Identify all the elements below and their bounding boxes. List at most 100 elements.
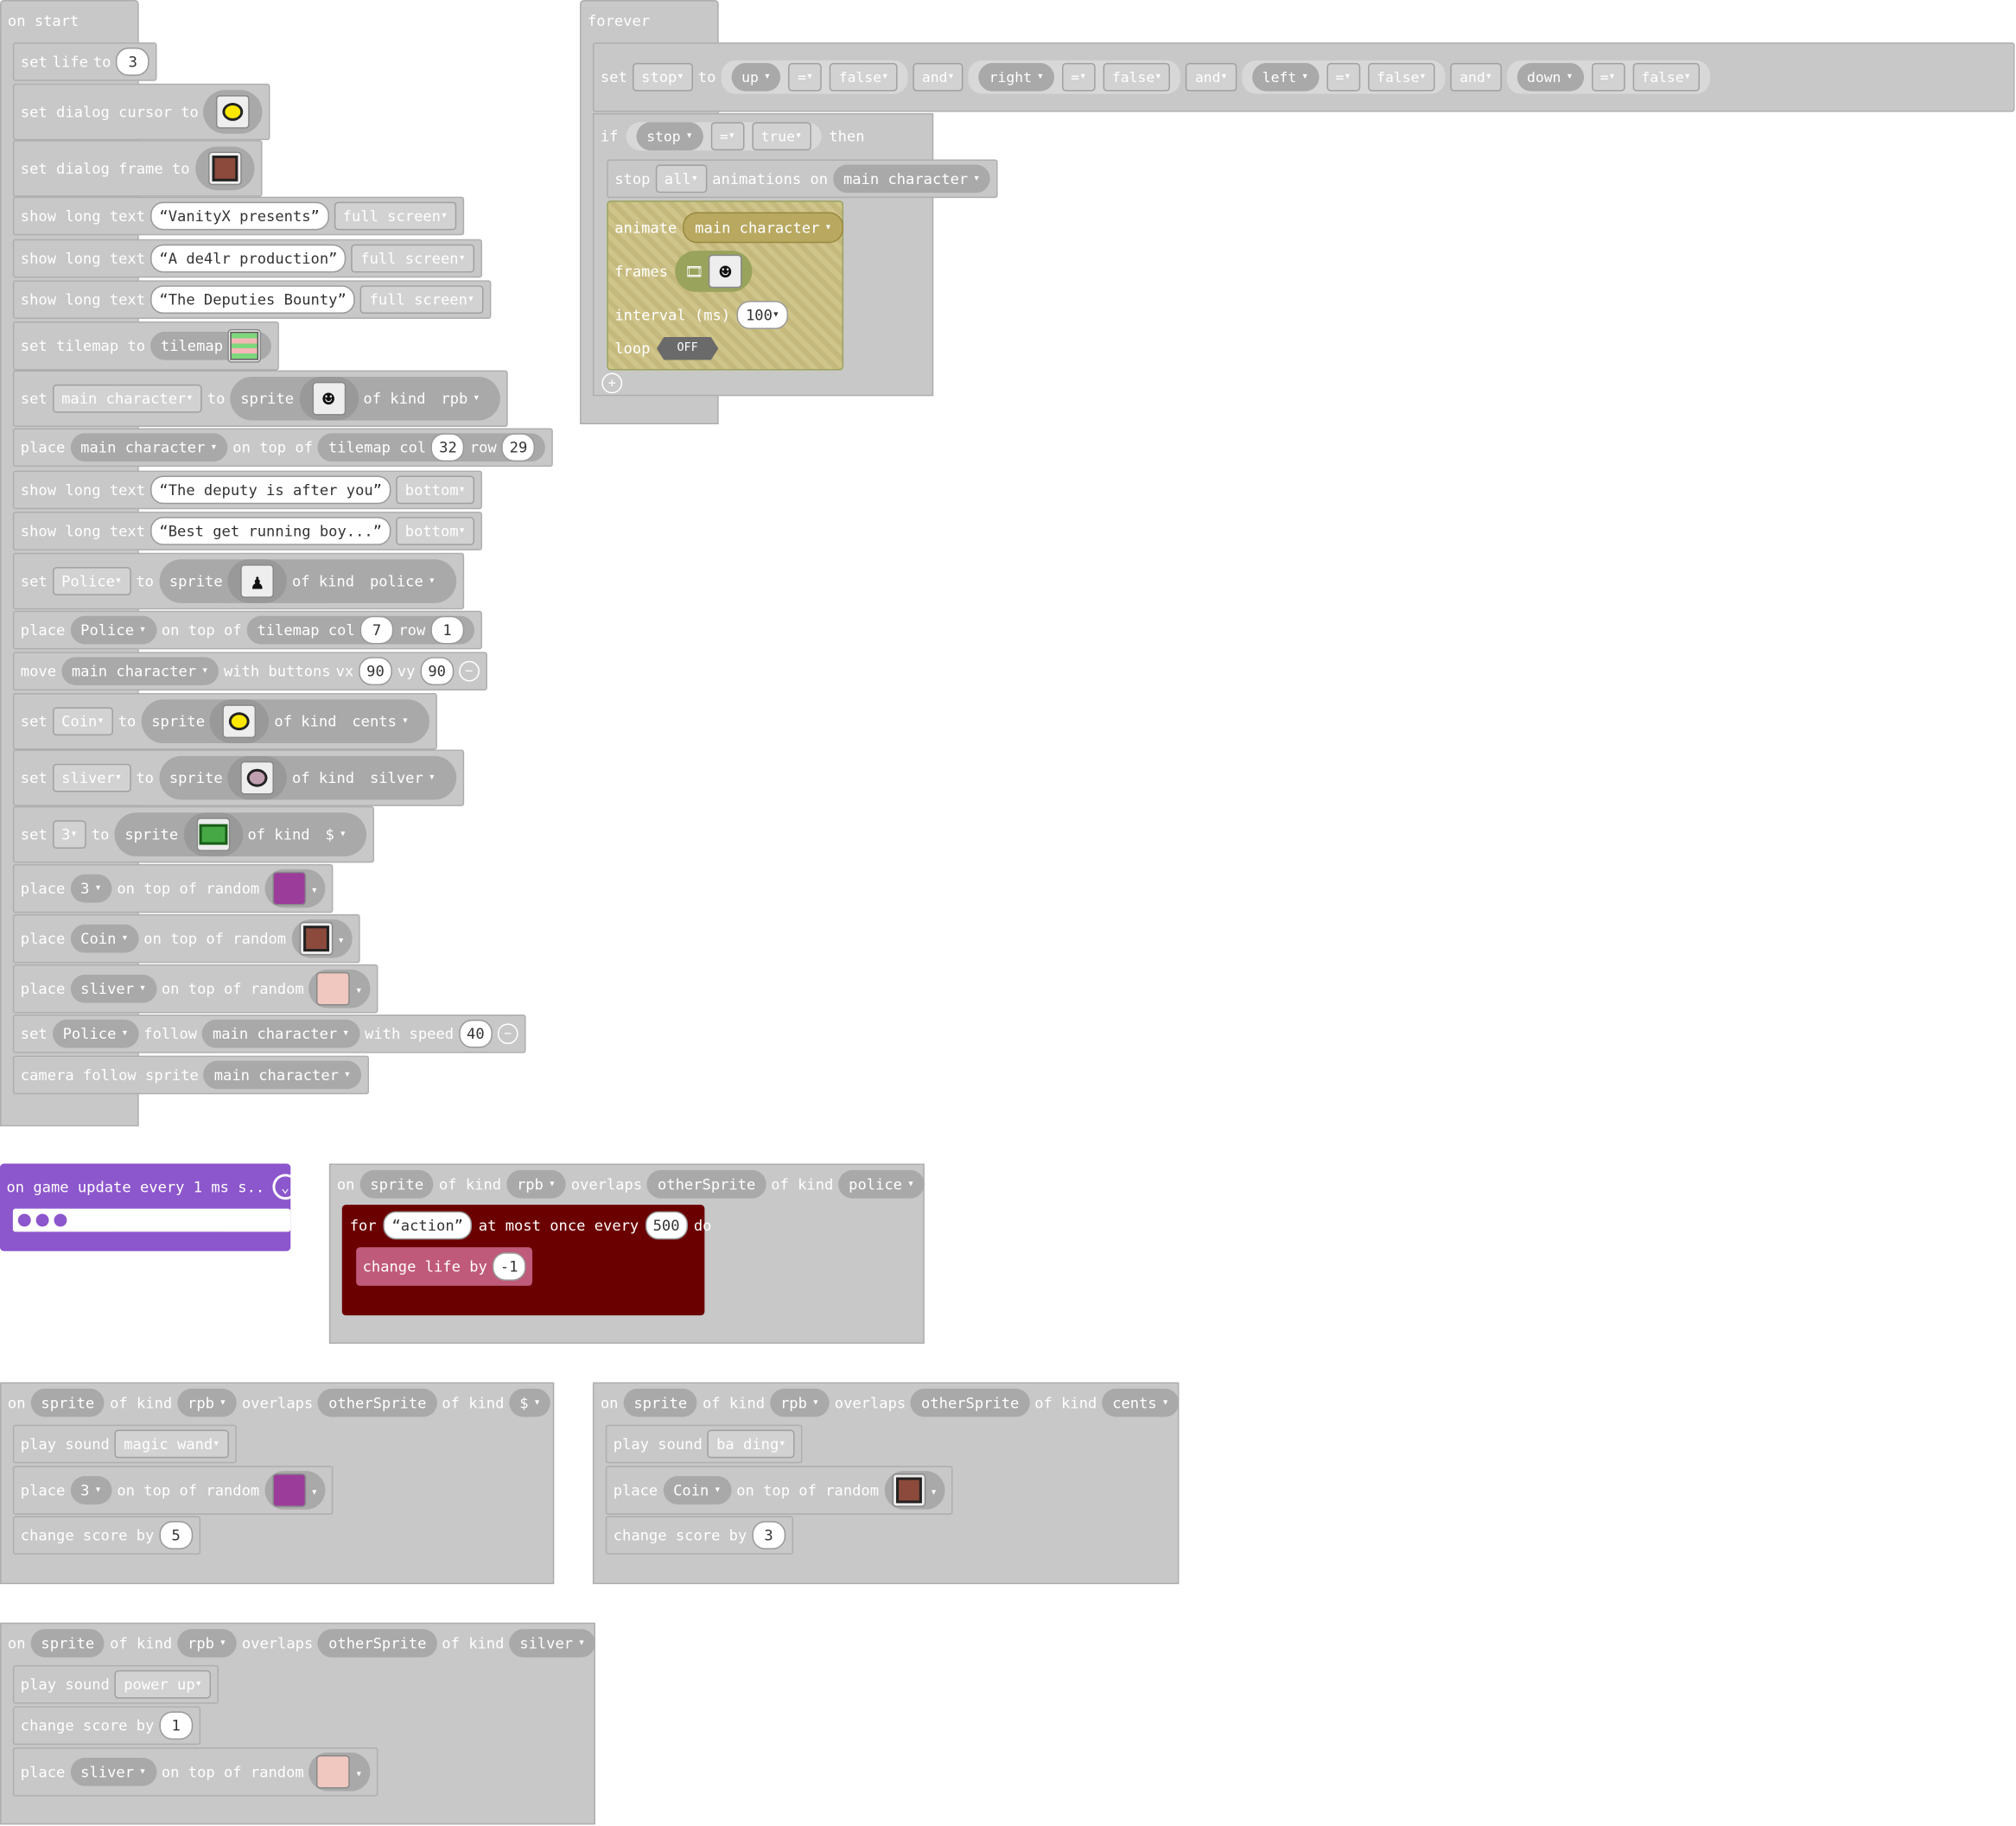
ms-value[interactable]: 500 (645, 1211, 688, 1240)
position-dropdown[interactable]: full screen (334, 201, 457, 231)
collapse-minus-icon[interactable]: − (497, 1023, 518, 1045)
variable-dropdown[interactable]: main character (52, 384, 202, 413)
tile-picker[interactable] (264, 1471, 326, 1510)
row-value[interactable]: 29 (501, 433, 536, 462)
camera-follow-block[interactable]: camera follow sprite main character (12, 1055, 369, 1095)
condition-left[interactable]: left = false (1241, 60, 1446, 94)
col-value[interactable]: 7 (359, 615, 394, 645)
col-value[interactable]: 32 (431, 433, 465, 462)
move-with-buttons-block[interactable]: move main character with buttons vx 90 v… (12, 652, 487, 691)
place-sliver-random-block[interactable]: place sliver on top of random (12, 964, 378, 1014)
set-police-block[interactable]: set Police to sprite ♟ of kind police (12, 552, 464, 610)
variable-dropdown[interactable]: sliver (70, 1757, 156, 1786)
set-3-block[interactable]: set 3 to sprite of kind $ (12, 805, 375, 863)
sprite-image-picker[interactable]: ♟ (227, 559, 288, 603)
variable-dropdown[interactable]: main character (60, 657, 219, 686)
tilemap-picker[interactable]: tilemap (149, 328, 272, 363)
variable-dropdown[interactable]: Police (70, 615, 156, 645)
and-dropdown[interactable]: and (1450, 62, 1502, 92)
value-dropdown[interactable]: false (1631, 62, 1701, 92)
kind-dropdown[interactable]: rpb (430, 384, 491, 413)
show-long-text-block-1[interactable]: show long text “VanityX presents” full s… (12, 196, 465, 236)
sprite-image-picker[interactable] (209, 699, 270, 744)
other-sprite-var[interactable]: otherSprite (911, 1388, 1030, 1417)
operator-dropdown[interactable]: = (1061, 62, 1096, 92)
variable-dropdown[interactable]: 3 (70, 874, 112, 903)
cursor-image-picker[interactable] (203, 90, 264, 134)
and-dropdown[interactable]: and (913, 62, 963, 92)
which-dropdown[interactable]: all (655, 164, 708, 194)
condition-down[interactable]: down = false (1506, 60, 1711, 94)
set-dialog-frame-block[interactable]: set dialog frame to (12, 140, 262, 197)
variable-dropdown[interactable]: Police (52, 567, 131, 595)
long-text-string[interactable]: “The deputy is after you” (149, 475, 391, 505)
place-random-block[interactable]: place 3 on top of random (12, 1466, 334, 1515)
sprite-var[interactable]: sprite (30, 1388, 105, 1417)
variable-dropdown[interactable]: Coin (70, 924, 139, 953)
tile-picker[interactable] (308, 969, 371, 1008)
sprite-reporter[interactable]: sprite of kind silver (158, 755, 456, 800)
and-dropdown[interactable]: and (1186, 62, 1237, 92)
variable-dropdown[interactable]: stop (636, 122, 703, 151)
show-long-text-block-2[interactable]: show long text “A de4lr production” full… (12, 239, 483, 278)
tile-picker[interactable] (264, 868, 326, 908)
other-sprite-var[interactable]: otherSprite (647, 1169, 766, 1199)
target-dropdown[interactable]: main character (833, 164, 991, 194)
change-life-block[interactable]: change life by -1 (356, 1247, 532, 1286)
kind-dropdown[interactable]: rpb (177, 1388, 237, 1417)
other-sprite-var[interactable]: otherSprite (318, 1388, 437, 1417)
key-dropdown[interactable]: up (731, 62, 781, 92)
kind-dropdown[interactable]: rpb (770, 1388, 830, 1417)
variable-dropdown[interactable]: 3 (52, 820, 86, 849)
condition-right[interactable]: right = false (968, 60, 1181, 94)
action-string[interactable]: “action” (383, 1211, 473, 1240)
kind-dropdown[interactable]: silver (509, 1629, 596, 1657)
place-3-random-block[interactable]: place 3 on top of random (12, 863, 334, 913)
variable-dropdown[interactable]: Coin (663, 1476, 732, 1505)
change-score-block[interactable]: change score by 3 (605, 1516, 793, 1555)
speed-value[interactable]: 40 (459, 1019, 493, 1048)
target-dropdown[interactable]: main character (203, 1060, 361, 1090)
sound-dropdown[interactable]: ba ding (707, 1429, 795, 1459)
collapse-chevron-icon[interactable]: ⌄ (272, 1174, 298, 1200)
set-dialog-cursor-block[interactable]: set dialog cursor to (12, 83, 271, 141)
target-dropdown[interactable]: main character (202, 1019, 360, 1048)
play-sound-block[interactable]: play sound ba ding (605, 1424, 803, 1464)
collapse-minus-icon[interactable]: − (458, 660, 480, 682)
value-dropdown[interactable]: true (752, 122, 811, 151)
position-dropdown[interactable]: full screen (360, 285, 484, 315)
kind-dropdown[interactable]: $ (509, 1388, 551, 1417)
operator-dropdown[interactable]: = (1326, 62, 1360, 92)
key-dropdown[interactable]: down (1517, 62, 1584, 92)
animate-block[interactable]: animate main character frames 🎞 ☻ interv… (607, 200, 844, 371)
sprite-reporter[interactable]: sprite ♟ of kind police (158, 559, 456, 603)
game-update-block[interactable]: on game update every 1 ms s.. ⌄ (0, 1163, 298, 1251)
key-dropdown[interactable]: right (978, 62, 1054, 92)
place-random-block[interactable]: place Coin on top of random (605, 1466, 953, 1515)
interval-dropdown[interactable]: 100 (736, 301, 789, 329)
sound-dropdown[interactable]: magic wand (114, 1429, 229, 1459)
variable-dropdown[interactable]: stop (632, 62, 693, 92)
set-tilemap-block[interactable]: set tilemap to tilemap (12, 321, 280, 371)
position-dropdown[interactable]: bottom (396, 517, 475, 545)
change-value[interactable]: 5 (159, 1521, 193, 1549)
frames-picker[interactable]: 🎞 ☻ (674, 251, 753, 292)
sprite-var[interactable]: sprite (359, 1169, 435, 1199)
sprite-var[interactable]: sprite (30, 1629, 105, 1657)
set-sliver-block[interactable]: set sliver to sprite of kind silver (12, 749, 464, 806)
tile-picker[interactable] (291, 919, 353, 958)
play-sound-block[interactable]: play sound power up (12, 1664, 219, 1704)
change-value[interactable]: 3 (752, 1521, 785, 1549)
sprite-image-picker[interactable] (183, 812, 243, 856)
value-dropdown[interactable]: false (830, 62, 898, 92)
kind-dropdown[interactable]: police (838, 1169, 925, 1199)
set-life-block[interactable]: set life to 3 (12, 42, 158, 81)
position-dropdown[interactable]: full screen (351, 244, 475, 273)
key-dropdown[interactable]: left (1251, 62, 1320, 92)
target-dropdown[interactable]: main character (683, 212, 843, 244)
kind-dropdown[interactable]: silver (359, 763, 446, 792)
place-random-block[interactable]: place sliver on top of random (12, 1747, 378, 1797)
operator-dropdown[interactable]: = (788, 62, 823, 92)
stop-animations-block[interactable]: stop all animations on main character (607, 159, 999, 199)
variable-dropdown[interactable]: Police (52, 1019, 139, 1048)
